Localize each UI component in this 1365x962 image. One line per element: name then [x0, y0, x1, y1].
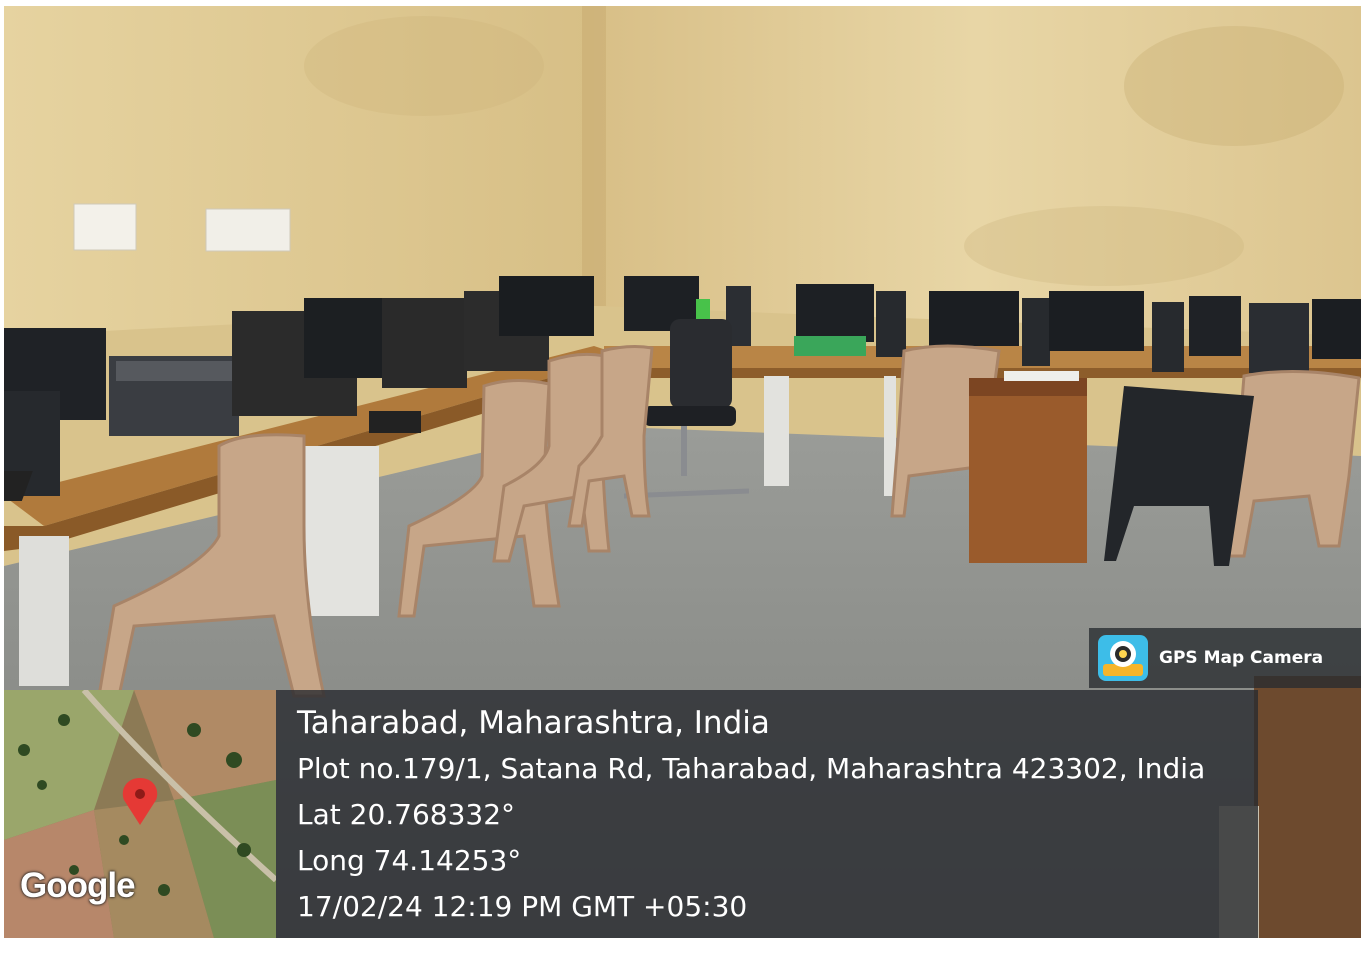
map-pin-camera-icon [1097, 634, 1149, 682]
latitude: Lat 20.768332° [297, 798, 516, 831]
geotag-info-overlay: Google Taharabad, Maharashtra, India Plo… [4, 690, 1258, 938]
satellite-map-thumbnail: Google [4, 690, 276, 938]
longitude: Long 74.14253° [297, 844, 522, 877]
google-logo: Google [20, 866, 136, 905]
gps-map-camera-badge: GPS Map Camera [1089, 628, 1361, 688]
location-title: Taharabad, Maharashtra, India [297, 705, 770, 741]
address-line: Plot no.179/1, Satana Rd, Taharabad, Mah… [297, 752, 1206, 785]
location-text-block: Taharabad, Maharashtra, India Plot no.17… [297, 700, 1205, 930]
gps-map-camera-label: GPS Map Camera [1159, 648, 1324, 668]
timestamp: 17/02/24 12:19 PM GMT +05:30 [297, 890, 748, 923]
